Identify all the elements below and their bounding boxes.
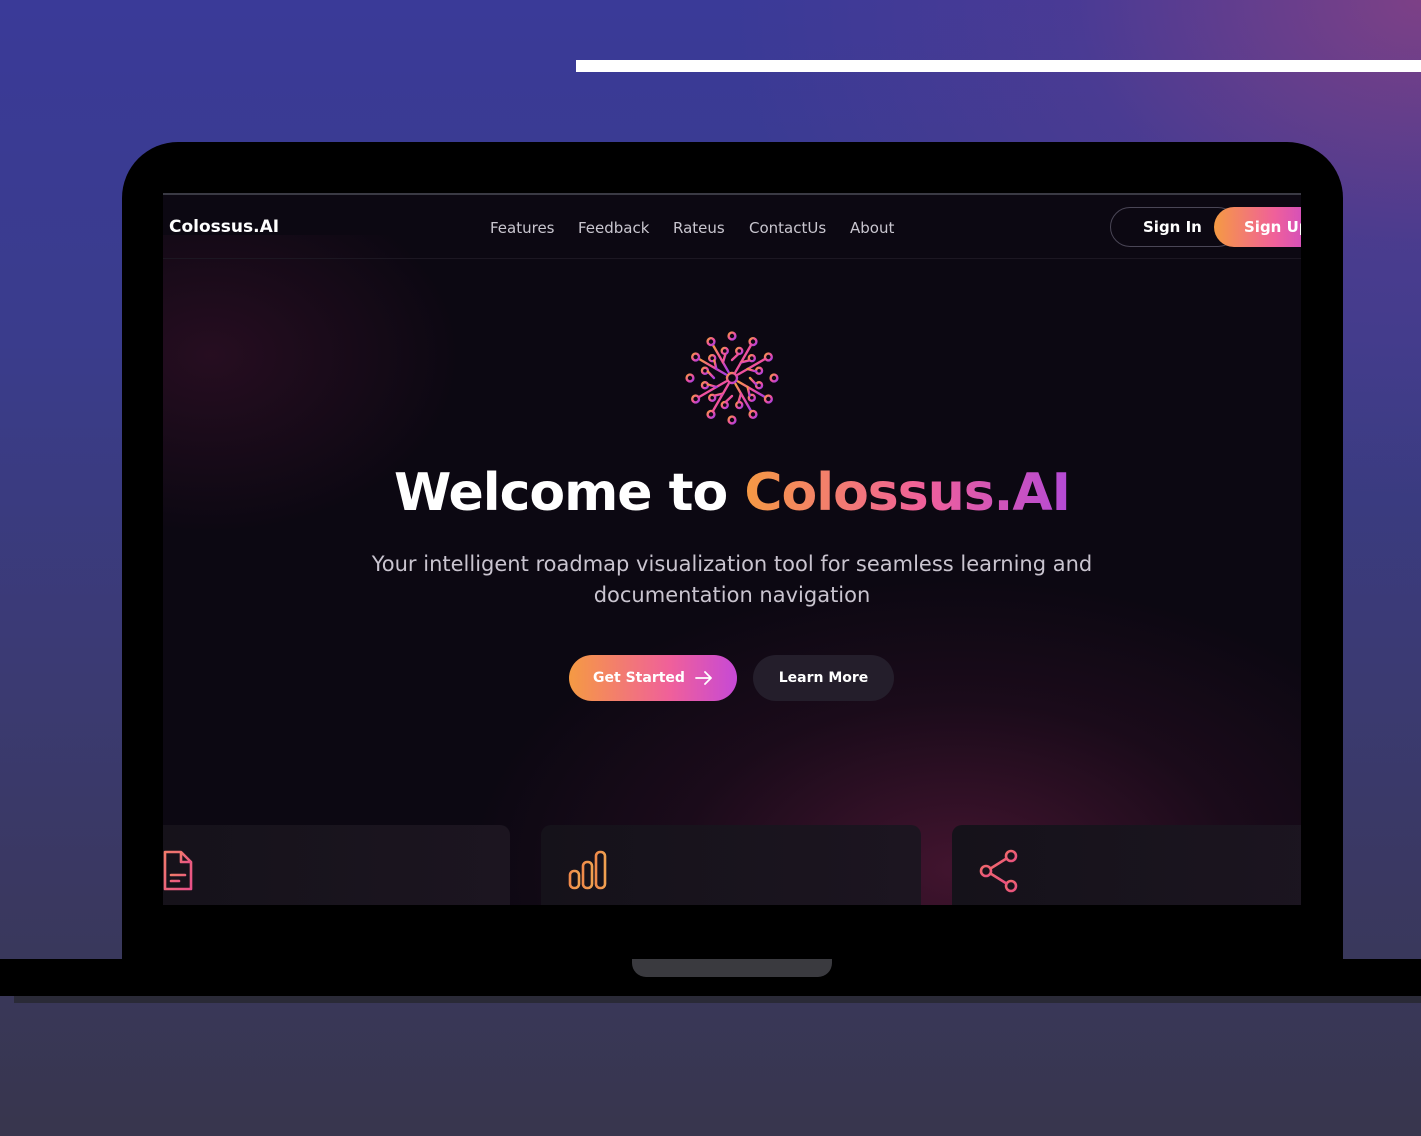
hero-title: Welcome to Colossus.AI (163, 463, 1301, 523)
nav-link-about[interactable]: About (850, 219, 894, 237)
learn-more-button[interactable]: Learn More (753, 655, 894, 701)
get-started-button[interactable]: Get Started (569, 655, 737, 701)
feature-card-share[interactable] (952, 825, 1301, 905)
feature-card-docs[interactable] (163, 825, 510, 905)
brand-logo[interactable]: Colossus.AI (169, 217, 279, 237)
laptop-base-shadow (14, 996, 1421, 1003)
feature-card-analytics[interactable] (541, 825, 921, 905)
laptop-notch (632, 959, 832, 977)
nav-link-contactus[interactable]: ContactUs (749, 219, 826, 237)
nav-link-rateus[interactable]: Rateus (673, 219, 725, 237)
sign-up-label: Sign Up (1244, 218, 1301, 236)
learn-more-label: Learn More (778, 670, 869, 686)
nav-link-feedback[interactable]: Feedback (578, 219, 649, 237)
share-icon (979, 849, 1018, 893)
hero-title-highlight: Colossus.AI (744, 463, 1071, 523)
hero-subtitle: Your intelligent roadmap visualization t… (371, 552, 1093, 607)
arrow-right-icon (695, 671, 712, 685)
bar-chart-icon (568, 850, 607, 890)
get-started-label: Get Started (593, 670, 685, 686)
nav-link-features[interactable]: Features (490, 219, 555, 237)
decorative-line (576, 60, 1421, 72)
sign-in-label: Sign In (1143, 218, 1202, 236)
sign-up-button[interactable]: Sign Up (1214, 207, 1301, 247)
laptop-screen: Colossus.AI Features Feedback Rateus Con… (163, 193, 1301, 905)
document-icon (163, 850, 193, 891)
network-burst-icon (685, 331, 779, 425)
hero-title-plain: Welcome to (393, 463, 745, 523)
top-navbar: Colossus.AI Features Feedback Rateus Con… (163, 195, 1301, 259)
